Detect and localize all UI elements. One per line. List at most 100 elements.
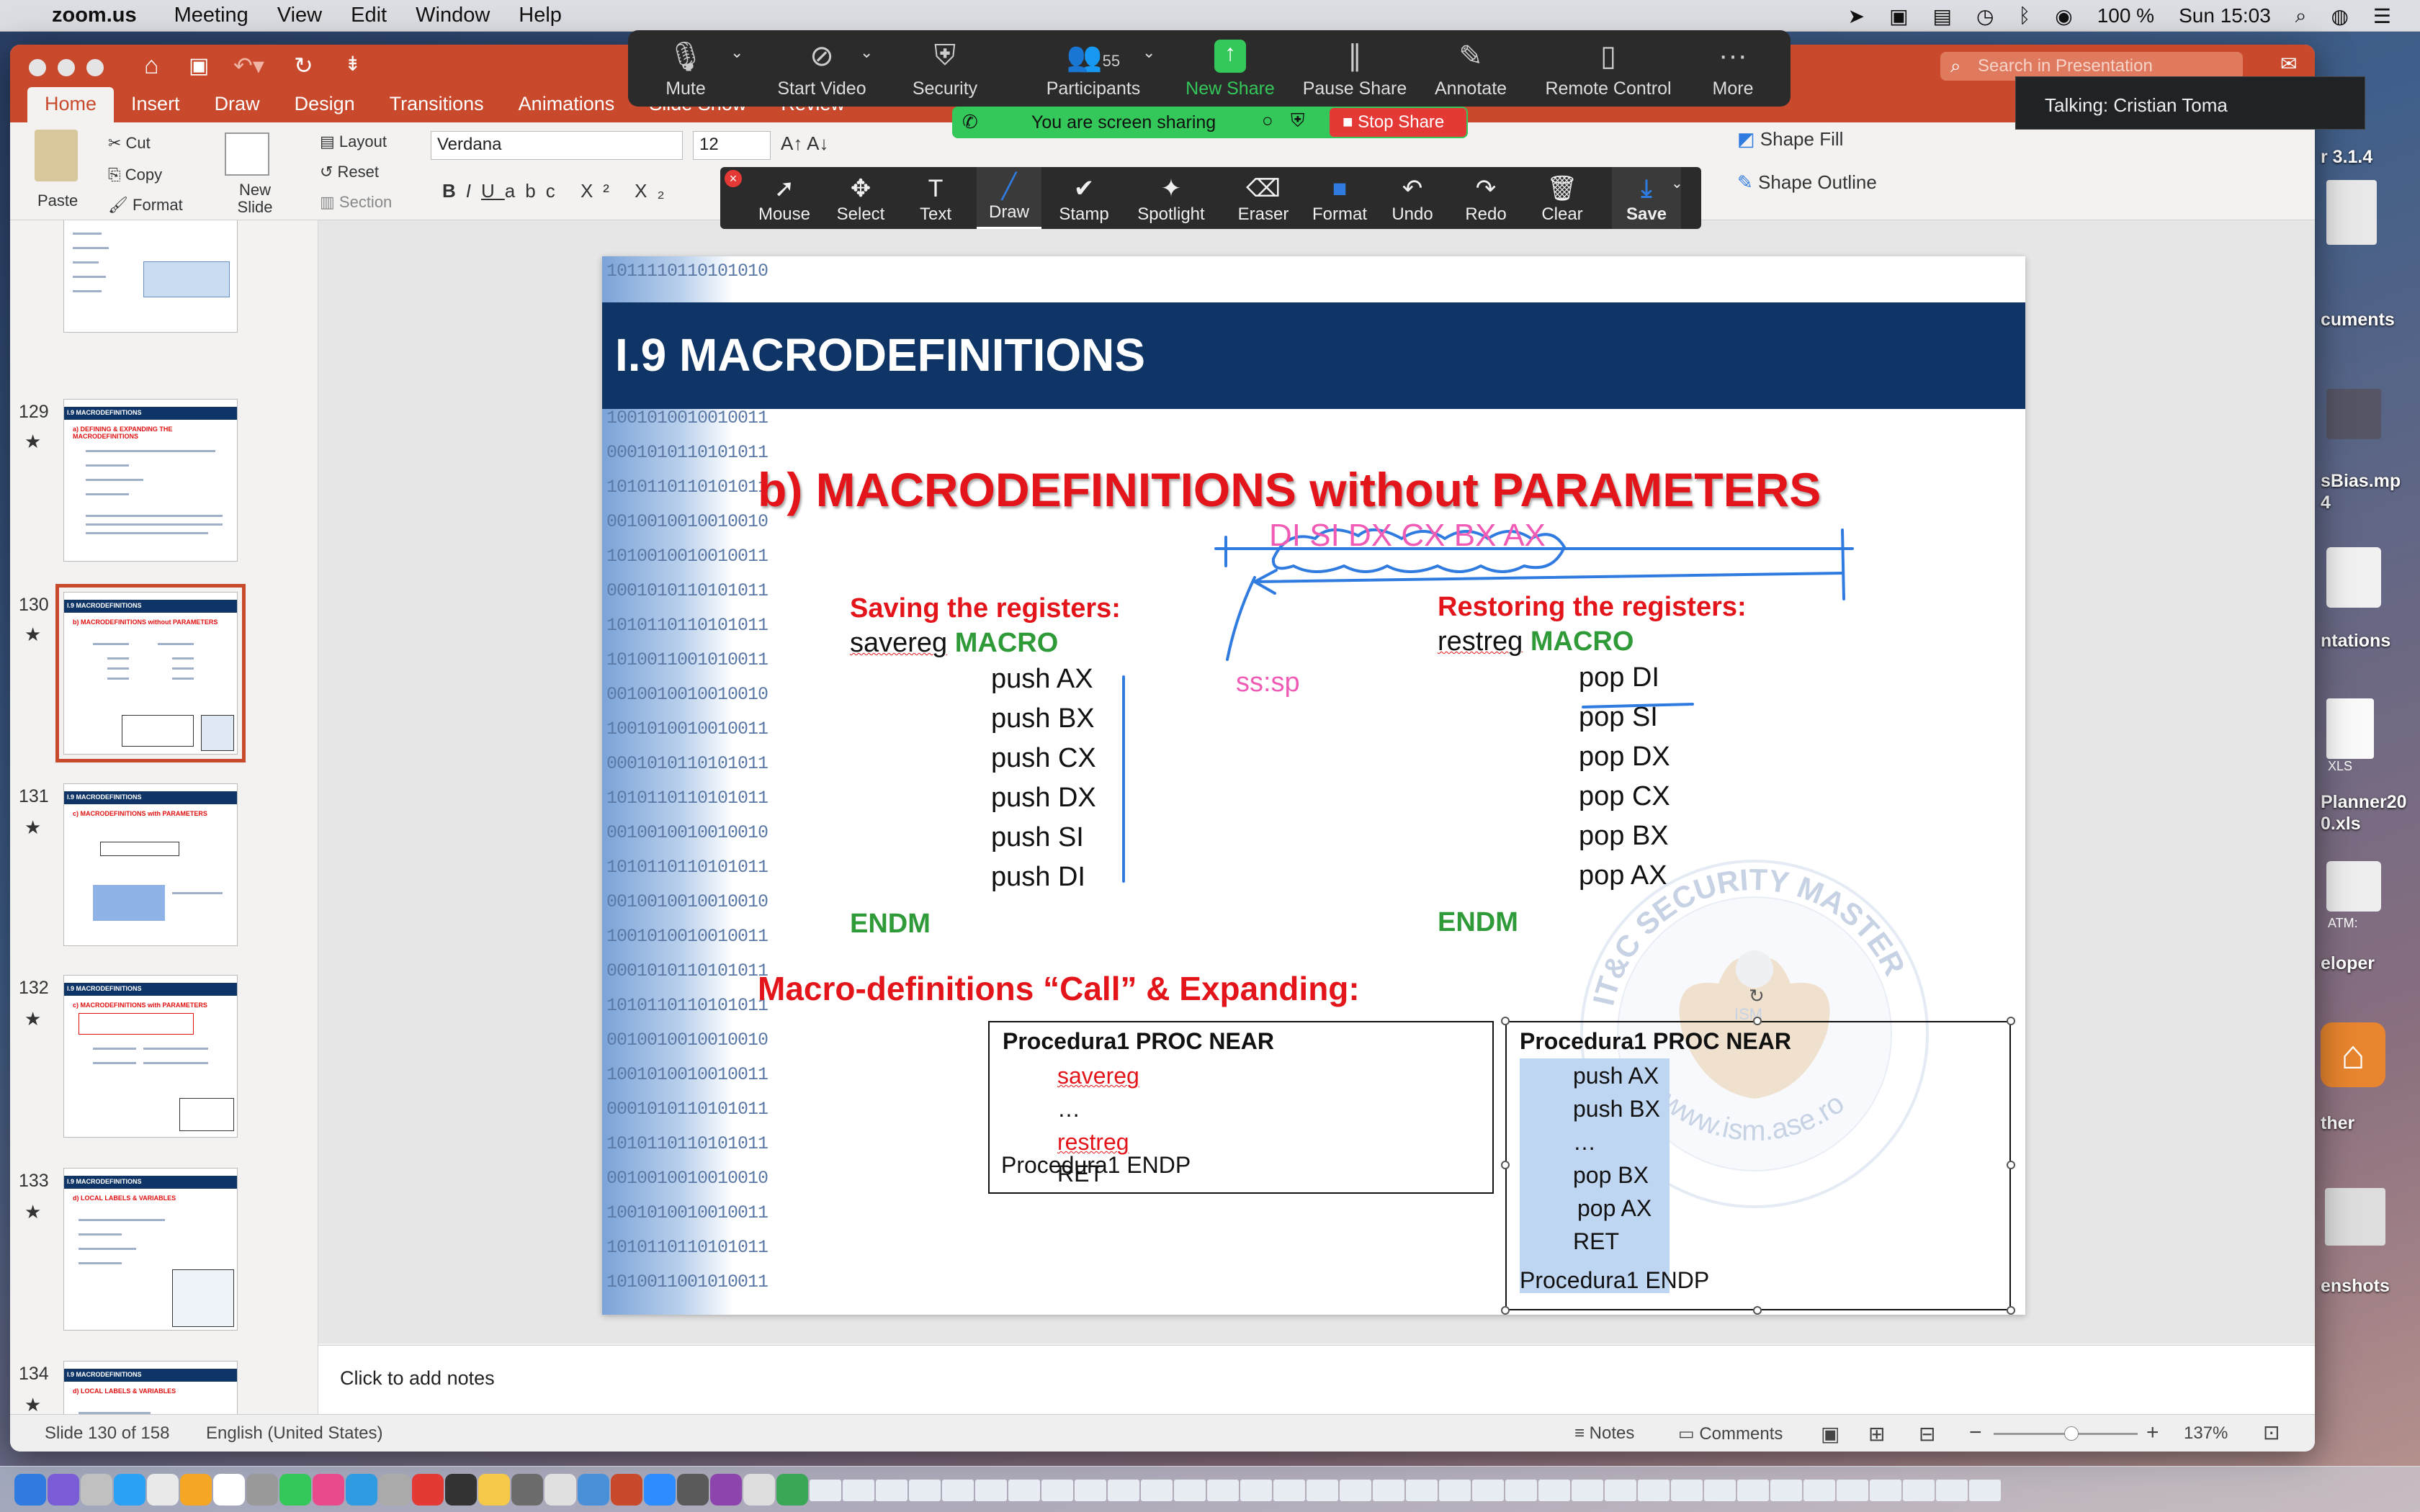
desktop-item-sbias-2[interactable]: 4 [2321, 492, 2331, 513]
new-slide-label[interactable]: New Slide [233, 181, 277, 216]
zoom-out-icon[interactable]: − [1969, 1421, 1982, 1445]
grow-font-icon[interactable]: A↑ A↓ [781, 132, 828, 155]
tab-insert[interactable]: Insert [114, 93, 197, 122]
copy-button[interactable]: ⎘ Copy [108, 166, 162, 184]
participants-button[interactable]: 👥55 Participants [1021, 30, 1165, 107]
wifi-icon[interactable]: ◉ [2055, 4, 2072, 28]
dock-window-thumbnail[interactable] [1340, 1480, 1371, 1501]
dock-window-thumbnail[interactable] [843, 1480, 874, 1501]
dock-window-thumbnail[interactable] [1572, 1480, 1603, 1501]
dock-window-thumbnail[interactable] [1307, 1480, 1338, 1501]
menu-meeting[interactable]: Meeting [174, 4, 248, 27]
zoom-menubar-icon[interactable]: ▣ [1889, 4, 1908, 28]
desktop-screenshot-icon[interactable] [2325, 1188, 2385, 1246]
dock-app-icon[interactable] [743, 1474, 775, 1506]
dock-window-thumbnail[interactable] [909, 1480, 941, 1501]
font-name-select[interactable]: Verdana [431, 131, 683, 160]
pause-share-button[interactable]: ∥ Pause Share [1294, 30, 1416, 107]
chevron-down-icon[interactable]: ⌄ [1671, 174, 1683, 192]
dock-window-thumbnail[interactable] [1638, 1480, 1670, 1501]
tab-animations[interactable]: Animations [501, 93, 632, 122]
dock-window-thumbnail[interactable] [1936, 1480, 1968, 1501]
dock-app-icon[interactable] [776, 1474, 808, 1506]
desktop-app-icon[interactable]: ⌂ [2321, 1022, 2385, 1087]
minimize-window-button[interactable] [58, 59, 75, 76]
desktop-item-sbias[interactable]: sBias.mp [2321, 471, 2401, 492]
slide-thumbnail-129[interactable]: I.9 MACRODEFINITIONS a) DEFINING & EXPAN… [63, 399, 238, 562]
dock-app-icon[interactable] [213, 1474, 245, 1506]
start-video-button[interactable]: ⊘ Start Video [761, 30, 883, 107]
layout-button[interactable]: ▤ Layout [320, 132, 387, 151]
reset-button[interactable]: ↺ Reset [320, 163, 379, 181]
annotate-button[interactable]: ✎ Annotate [1420, 30, 1521, 107]
dock-window-thumbnail[interactable] [1605, 1480, 1636, 1501]
annot-clear-button[interactable]: 🗑 Clear [1530, 167, 1595, 229]
redo-icon[interactable]: ↻ [294, 52, 313, 79]
font-size-select[interactable]: 12 [693, 131, 771, 160]
desktop-file-icon[interactable] [2326, 180, 2377, 245]
tab-transitions[interactable]: Transitions [372, 93, 501, 122]
language-indicator[interactable]: English (United States) [206, 1423, 382, 1444]
annot-stamp-button[interactable]: ✔ Stamp [1052, 167, 1116, 229]
dock-window-thumbnail[interactable] [1704, 1480, 1736, 1501]
notes-placeholder[interactable]: Click to add notes [340, 1367, 495, 1390]
dock-window-thumbnail[interactable] [1671, 1480, 1703, 1501]
desktop-item-planner[interactable]: Planner20 [2321, 792, 2407, 813]
home-icon[interactable]: ⌂ [144, 52, 159, 80]
new-slide-icon[interactable] [225, 132, 269, 176]
dock-window-thumbnail[interactable] [1174, 1480, 1206, 1501]
desktop-drive-icon[interactable] [2326, 547, 2381, 608]
location-icon[interactable]: ➤ [1848, 4, 1865, 28]
dock-window-thumbnail[interactable] [1737, 1480, 1769, 1501]
dock-window-thumbnail[interactable] [1108, 1480, 1139, 1501]
dock-window-thumbnail[interactable] [1008, 1480, 1040, 1501]
dock-window-thumbnail[interactable] [1141, 1480, 1173, 1501]
dock-app-icon[interactable] [81, 1474, 112, 1506]
desktop-item-planner-2[interactable]: 0.xls [2321, 814, 2361, 834]
dock-window-thumbnail[interactable] [1505, 1480, 1537, 1501]
paste-label[interactable]: Paste [37, 192, 78, 210]
annot-redo-button[interactable]: ↷ Redo [1453, 167, 1518, 229]
menu-edit[interactable]: Edit [351, 4, 387, 27]
annot-select-button[interactable]: ✥ Select [828, 167, 893, 229]
more-button[interactable]: ··· More [1697, 30, 1769, 107]
zoom-window-button[interactable] [86, 59, 104, 76]
dock-app-icon[interactable] [445, 1474, 477, 1506]
dock-app-icon[interactable] [611, 1474, 642, 1506]
comments-button[interactable]: ▭ Comments [1678, 1423, 1783, 1444]
dock-window-thumbnail[interactable] [1373, 1480, 1404, 1501]
menu-help[interactable]: Help [519, 4, 562, 27]
section-button[interactable]: ▥ Section [320, 193, 392, 212]
dock-app-icon[interactable] [677, 1474, 709, 1506]
presenter-view-icon[interactable]: ⊟ [1919, 1422, 1935, 1446]
annot-text-button[interactable]: T Text [903, 167, 968, 229]
dock-window-thumbnail[interactable] [942, 1480, 974, 1501]
annot-draw-button[interactable]: ╱ Draw [977, 167, 1041, 229]
font-style-buttons[interactable]: BIUabc X² X₂ [442, 180, 675, 202]
tab-draw[interactable]: Draw [197, 93, 277, 122]
desktop-item-documents[interactable]: cuments [2321, 310, 2395, 330]
dock-app-icon[interactable] [346, 1474, 377, 1506]
desktop-item-other[interactable]: ther [2321, 1113, 2354, 1134]
dock-app-icon[interactable] [544, 1474, 576, 1506]
dock-window-thumbnail[interactable] [1837, 1480, 1868, 1501]
dock-window-thumbnail[interactable] [1870, 1480, 1901, 1501]
security-button[interactable]: ⛨ Security [895, 30, 995, 107]
undo-icon[interactable]: ↶▾ [233, 52, 264, 79]
dock-app-icon[interactable] [14, 1474, 46, 1506]
search-icon[interactable]: ⌕ [2295, 4, 2307, 28]
dock-window-thumbnail[interactable] [975, 1480, 1007, 1501]
notes-toggle-button[interactable]: ≡ Notes [1574, 1423, 1634, 1444]
dock-app-icon[interactable] [478, 1474, 510, 1506]
dock-window-thumbnail[interactable] [1903, 1480, 1935, 1501]
desktop-xls-icon[interactable] [2326, 698, 2374, 759]
shape-fill-button[interactable]: ◩ Shape Fill [1737, 128, 1843, 150]
dock-window-thumbnail[interactable] [1240, 1480, 1272, 1501]
menu-view[interactable]: View [277, 4, 322, 27]
dock-app-icon[interactable] [313, 1474, 344, 1506]
dock-window-thumbnail[interactable] [1207, 1480, 1239, 1501]
dock-window-thumbnail[interactable] [1406, 1480, 1438, 1501]
app-menu[interactable]: zoom.us [52, 4, 137, 27]
dock-window-thumbnail[interactable] [876, 1480, 908, 1501]
slide-thumbnail-128[interactable] [63, 220, 238, 333]
